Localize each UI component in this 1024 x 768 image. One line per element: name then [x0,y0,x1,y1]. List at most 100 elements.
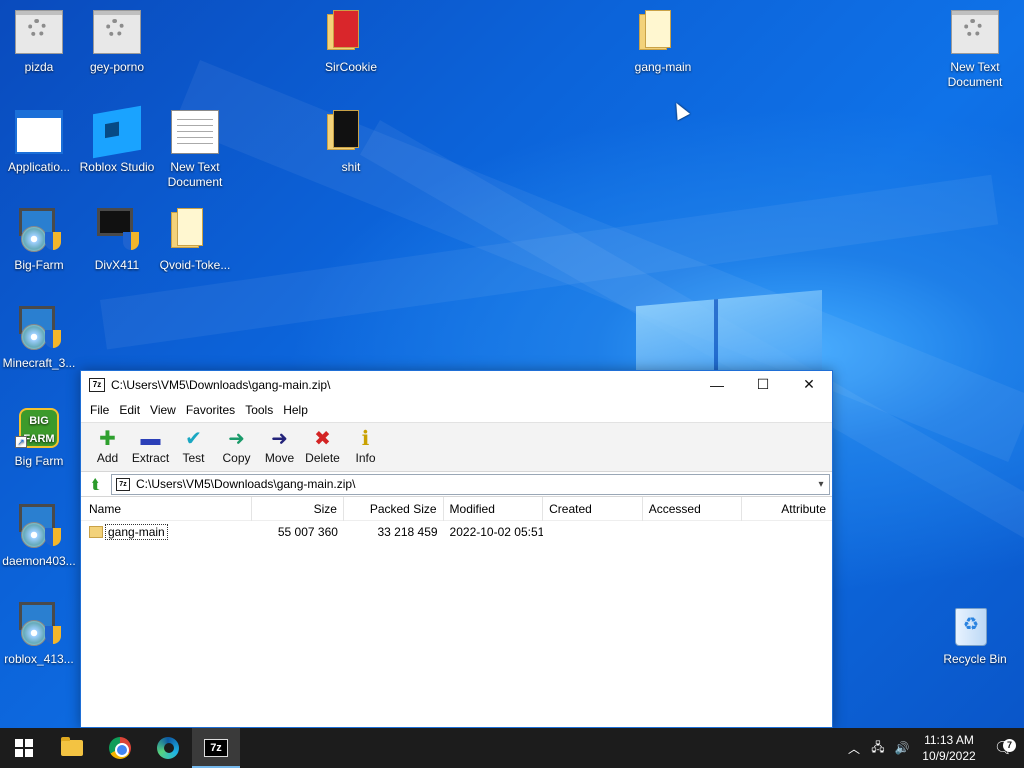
installer-icon [15,504,63,548]
column-header-created[interactable]: Created [543,496,643,521]
toolbar: ✚ Add ▬ Extract ✔ Test ➜ Copy ➜ Move ✖ D… [81,422,832,472]
volume-icon[interactable]: 🔊 [890,741,914,755]
file-name-cell: gang-main [81,521,252,543]
close-button[interactable]: ✕ [786,371,832,398]
installer-icon [15,306,63,350]
menu-favorites[interactable]: Favorites [181,403,240,417]
folder-icon [89,526,103,538]
desktop-icon-minecraft[interactable]: Minecraft_3... [0,306,78,371]
column-header-accessed[interactable]: Accessed [643,496,743,521]
maximize-button[interactable]: ☐ [740,371,786,398]
arrow-right-icon: ➜ [228,428,245,450]
column-header-size[interactable]: Size [252,496,344,521]
file-accessed-cell [643,521,743,543]
folder-icon [639,10,687,54]
taskbar-7zip[interactable]: 7z [192,728,240,768]
window-title: C:\Users\VM5\Downloads\gang-main.zip\ [111,377,331,392]
title-bar[interactable]: 7z C:\Users\VM5\Downloads\gang-main.zip\… [81,371,832,398]
test-button[interactable]: ✔ Test [172,423,215,471]
clock-time: 11:13 AM [924,733,974,747]
table-row[interactable]: gang-main 55 007 360 33 218 459 2022-10-… [81,521,832,543]
menu-bar: File Edit View Favorites Tools Help [81,398,832,422]
desktop-icon-roblox-studio[interactable]: Roblox Studio [78,105,156,175]
desktop-icon-shit[interactable]: shit [312,110,390,175]
big-farm-icon: BIG FARM ↗ [15,404,63,448]
desktop-icon-gey-porno[interactable]: gey-porno [78,10,156,75]
clock[interactable]: 11:13 AM 10/9/2022 [914,732,984,764]
desktop-icon-daemon[interactable]: daemon403... [0,504,78,569]
7zip-icon: 7z [204,739,228,757]
file-name: gang-main [105,524,168,540]
system-tray: ︿ 🖧 🔊 11:13 AM 10/9/2022 🗨 7 [842,728,1024,768]
move-button[interactable]: ➜ Move [258,423,301,471]
file-size-cell: 55 007 360 [277,525,338,539]
settings-file-icon [951,10,999,54]
column-header-modified[interactable]: Modified [444,496,544,521]
up-arrow-icon: ⮬ [91,475,101,492]
7zip-window[interactable]: 7z C:\Users\VM5\Downloads\gang-main.zip\… [80,370,833,728]
copy-button[interactable]: ➜ Copy [215,423,258,471]
roblox-studio-icon [93,105,141,159]
up-folder-button[interactable]: ⮬ [81,476,111,493]
minimize-button[interactable]: — [694,371,740,398]
desktop-icon-recycle-bin[interactable]: Recycle Bin [936,602,1014,667]
address-field[interactable]: 7z C:\Users\VM5\Downloads\gang-main.zip\… [111,473,830,495]
address-bar: ⮬ 7z C:\Users\VM5\Downloads\gang-main.zi… [81,472,832,497]
address-path: C:\Users\VM5\Downloads\gang-main.zip\ [136,477,356,491]
desktop-icon-big-farm-setup[interactable]: Big-Farm [0,208,78,273]
text-document-icon [171,110,219,154]
taskbar-file-explorer[interactable] [48,728,96,768]
desktop-icon-qvoid-token[interactable]: Qvoid-Toke... [156,208,234,273]
folder-icon [327,110,375,154]
start-button[interactable] [0,728,48,768]
check-icon: ✔ [185,428,202,450]
desktop-icon-pizda[interactable]: pizda [0,10,78,75]
desktop-icon-sircookie[interactable]: SirCookie [312,10,390,75]
show-hidden-icons-chevron-up-icon[interactable]: ︿ [842,740,866,757]
chrome-icon [109,737,131,759]
info-icon: ℹ [361,428,370,450]
menu-tools[interactable]: Tools [240,403,278,417]
column-header-attribute[interactable]: Attribute [742,497,832,521]
installer-icon [15,208,63,252]
add-button[interactable]: ✚ Add [86,423,129,471]
extract-button[interactable]: ▬ Extract [129,423,172,471]
delete-button[interactable]: ✖ Delete [301,423,344,471]
desktop-icon-gang-main[interactable]: gang-main [624,10,702,75]
x-icon: ✖ [314,428,331,450]
settings-file-icon [93,10,141,54]
menu-edit[interactable]: Edit [114,403,145,417]
info-button[interactable]: ℹ Info [344,423,387,471]
file-list: gang-main 55 007 360 33 218 459 2022-10-… [81,521,832,543]
desktop-icon-divx411[interactable]: DivX411 [78,208,156,273]
plus-icon: ✚ [99,428,116,450]
desktop-icon-big-farm[interactable]: BIG FARM ↗ Big Farm [0,404,78,469]
desktop-icon-application[interactable]: Applicatio... [0,110,78,175]
taskbar-edge[interactable] [144,728,192,768]
edge-icon [157,737,179,759]
desktop-icon-new-text-document[interactable]: New Text Document [936,10,1014,90]
file-explorer-icon [61,737,83,756]
clock-date: 10/9/2022 [922,749,976,763]
chevron-down-icon[interactable]: ▾ [813,479,829,490]
desktop-icon-new-text-document-2[interactable]: New Text Document [156,110,234,190]
window-icon [15,110,63,154]
file-modified-cell: 2022-10-02 05:51 [449,525,544,539]
7zip-archive-icon: 7z [116,477,130,491]
taskbar-chrome[interactable] [96,728,144,768]
action-center-button[interactable]: 🗨 7 [984,738,1024,758]
file-attribute-cell [742,521,832,543]
column-header-packed-size[interactable]: Packed Size [344,496,444,521]
column-header-name[interactable]: Name [81,496,253,521]
network-icon[interactable]: 🖧 [866,738,890,759]
folder-icon [327,10,375,54]
file-created-cell [543,521,643,543]
installer-icon [93,208,141,252]
menu-view[interactable]: View [145,403,181,417]
minus-icon: ▬ [140,428,161,450]
folder-icon [171,208,219,252]
menu-help[interactable]: Help [278,403,313,417]
arrow-right-icon: ➜ [271,428,288,450]
desktop-icon-roblox-installer[interactable]: roblox_413... [0,602,78,667]
menu-file[interactable]: File [85,403,114,417]
